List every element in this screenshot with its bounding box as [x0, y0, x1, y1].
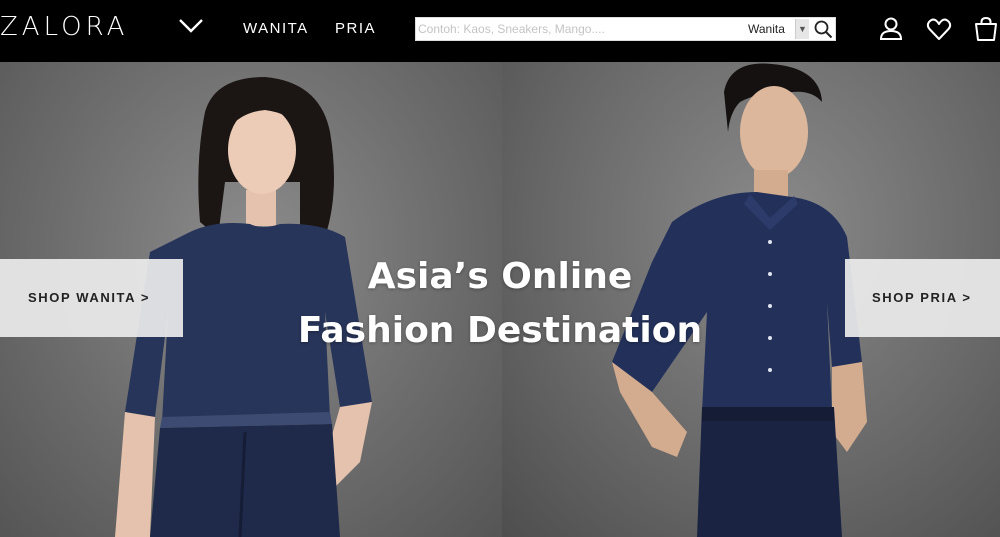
search-bar: Wanita ▼: [415, 17, 836, 41]
search-input[interactable]: [418, 20, 743, 38]
hero-headline: Asia’s Online Fashion Destination: [250, 250, 750, 358]
dropdown-arrow-icon[interactable]: ▼: [795, 19, 809, 39]
category-select[interactable]: Wanita: [748, 20, 791, 38]
zalora-logo[interactable]: ZALORA: [0, 12, 128, 42]
chevron-down-icon[interactable]: [178, 17, 204, 35]
heart-icon[interactable]: [926, 16, 952, 42]
hero-banner: Asia’s Online Fashion Destination SHOP W…: [0, 62, 1000, 537]
shopping-bag-icon[interactable]: [973, 16, 999, 42]
shop-wanita-button[interactable]: SHOP WANITA >: [0, 259, 183, 337]
user-icon[interactable]: [878, 16, 904, 42]
search-icon[interactable]: [812, 19, 834, 39]
hero-headline-line2: Fashion Destination: [297, 310, 703, 351]
top-header: ZALORA WANITA PRIA Wanita ▼: [0, 0, 1000, 62]
shop-pria-button[interactable]: SHOP PRIA >: [845, 259, 1000, 337]
hero-headline-line1: Asia’s Online: [367, 256, 633, 297]
nav-wanita[interactable]: WANITA: [243, 20, 309, 37]
nav-pria[interactable]: PRIA: [335, 20, 376, 37]
